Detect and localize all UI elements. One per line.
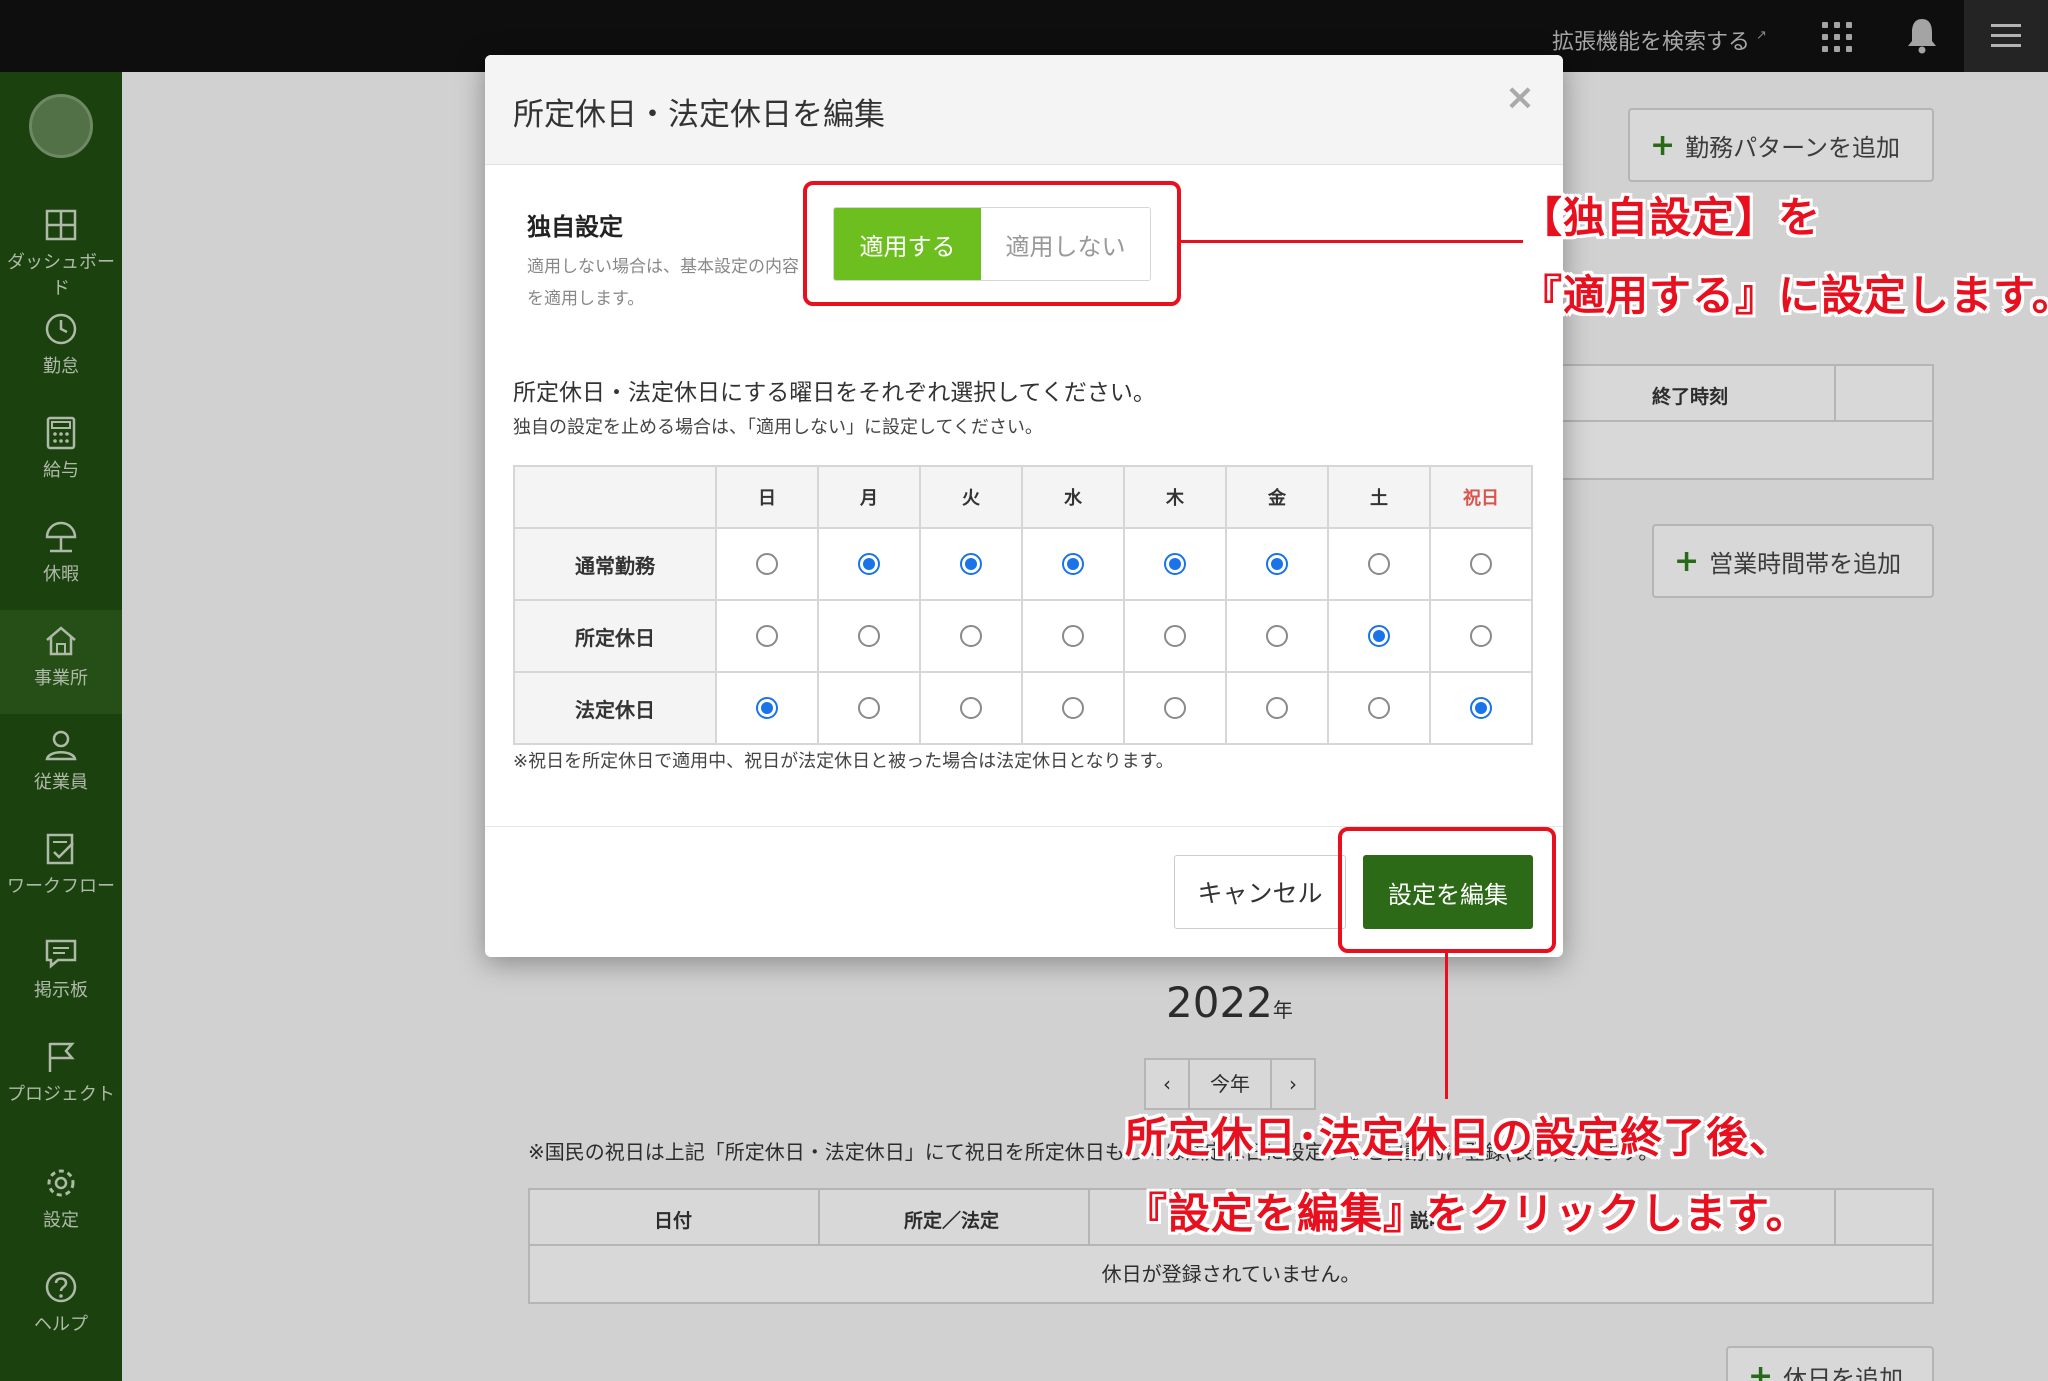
callout-1-line2: 『適用する』に設定します。 xyxy=(1520,271,2048,320)
radio-tue-row2[interactable] xyxy=(960,697,982,719)
radio-mon-row1[interactable] xyxy=(858,625,880,647)
callout-connector-1 xyxy=(1181,240,1523,243)
highlight-own-setting xyxy=(803,181,1181,306)
radio-cell xyxy=(1021,599,1125,673)
callout-1-line1: 【独自設定】を xyxy=(1520,193,1822,242)
table-row: 所定休日 xyxy=(513,599,1533,673)
callout-2-line2: 『設定を編集』をクリックします。 xyxy=(1125,1189,1809,1238)
radio-cell xyxy=(1123,599,1227,673)
radio-wed-row2[interactable] xyxy=(1062,697,1084,719)
table-corner xyxy=(513,465,717,529)
radio-tue-row1[interactable] xyxy=(960,625,982,647)
radio-holiday-row1[interactable] xyxy=(1470,625,1492,647)
holiday-rule-note: ※祝日を所定休日で適用中、祝日が法定休日と被った場合は法定休日となります。 xyxy=(513,751,1174,772)
radio-cell xyxy=(715,599,819,673)
radio-cell xyxy=(817,671,921,745)
radio-mon-row2[interactable] xyxy=(858,697,880,719)
row-label: 所定休日 xyxy=(513,599,717,673)
weekday-holiday-table: 日 月 火 水 木 金 土 祝日 通常勤務 所定休日 法定休日 xyxy=(513,465,1533,745)
radio-thu-row2[interactable] xyxy=(1164,697,1186,719)
radio-cell xyxy=(817,599,921,673)
day-header-thu: 木 xyxy=(1123,465,1227,529)
radio-wed-row0[interactable] xyxy=(1062,553,1084,575)
radio-fri-row0[interactable] xyxy=(1266,553,1288,575)
day-header-holiday: 祝日 xyxy=(1429,465,1533,529)
radio-fri-row1[interactable] xyxy=(1266,625,1288,647)
radio-cell xyxy=(1225,599,1329,673)
instruction-subtext: 独自の設定を止める場合は、「適用しない」に設定してください。 xyxy=(513,417,1043,438)
radio-cell xyxy=(919,599,1023,673)
radio-cell xyxy=(715,671,819,745)
radio-tue-row0[interactable] xyxy=(960,553,982,575)
day-header-mon: 月 xyxy=(817,465,921,529)
modal-title: 所定休日・法定休日を編集 xyxy=(513,97,885,133)
radio-cell xyxy=(715,527,819,601)
radio-cell xyxy=(1327,671,1431,745)
highlight-edit-button xyxy=(1338,827,1556,953)
row-label: 通常勤務 xyxy=(513,527,717,601)
radio-wed-row1[interactable] xyxy=(1062,625,1084,647)
radio-fri-row2[interactable] xyxy=(1266,697,1288,719)
radio-thu-row0[interactable] xyxy=(1164,553,1186,575)
radio-sun-row0[interactable] xyxy=(756,553,778,575)
radio-cell xyxy=(1429,671,1533,745)
radio-mon-row0[interactable] xyxy=(858,553,880,575)
radio-cell xyxy=(1123,527,1227,601)
radio-sat-row0[interactable] xyxy=(1368,553,1390,575)
own-setting-label: 独自設定 xyxy=(527,213,623,241)
table-row: 法定休日 xyxy=(513,671,1533,745)
day-header-sat: 土 xyxy=(1327,465,1431,529)
callout-2-line1: 所定休日･法定休日の設定終了後、 xyxy=(1125,1113,1793,1162)
radio-cell xyxy=(1429,527,1533,601)
radio-cell xyxy=(919,527,1023,601)
day-header-tue: 火 xyxy=(919,465,1023,529)
radio-cell xyxy=(1225,527,1329,601)
radio-sun-row2[interactable] xyxy=(756,697,778,719)
close-icon[interactable]: × xyxy=(1505,77,1535,118)
radio-cell xyxy=(1021,671,1125,745)
day-header-fri: 金 xyxy=(1225,465,1329,529)
instruction-text: 所定休日・法定休日にする曜日をそれぞれ選択してください。 xyxy=(513,380,1156,406)
row-label: 法定休日 xyxy=(513,671,717,745)
radio-cell xyxy=(919,671,1023,745)
callout-connector-2 xyxy=(1445,953,1448,1099)
day-header-sun: 日 xyxy=(715,465,819,529)
table-row: 通常勤務 xyxy=(513,527,1533,601)
radio-cell xyxy=(817,527,921,601)
radio-cell xyxy=(1327,527,1431,601)
radio-cell xyxy=(1327,599,1431,673)
modal-header: 所定休日・法定休日を編集 × xyxy=(485,55,1563,165)
radio-holiday-row2[interactable] xyxy=(1470,697,1492,719)
radio-sat-row1[interactable] xyxy=(1368,625,1390,647)
radio-sun-row1[interactable] xyxy=(756,625,778,647)
day-header-wed: 水 xyxy=(1021,465,1125,529)
radio-cell xyxy=(1021,527,1125,601)
radio-thu-row1[interactable] xyxy=(1164,625,1186,647)
radio-sat-row2[interactable] xyxy=(1368,697,1390,719)
radio-cell xyxy=(1225,671,1329,745)
own-setting-description: 適用しない場合は、基本設定の内容を適用します。 xyxy=(527,257,799,309)
radio-cell xyxy=(1123,671,1227,745)
cancel-button[interactable]: キャンセル xyxy=(1174,855,1346,929)
radio-cell xyxy=(1429,599,1533,673)
radio-holiday-row0[interactable] xyxy=(1470,553,1492,575)
